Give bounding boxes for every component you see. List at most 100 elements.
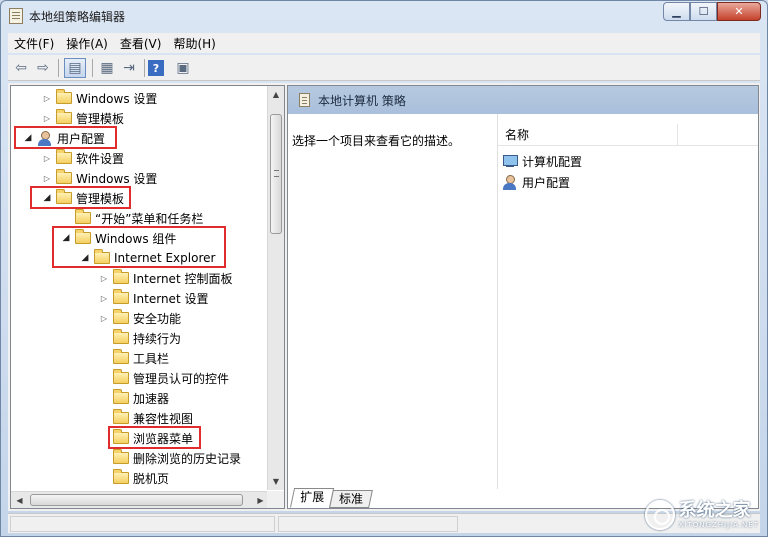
- policy-editor-icon: [9, 8, 23, 24]
- details-title: 本地计算机 策略: [318, 93, 406, 108]
- watermark-text: 系统之家: [678, 500, 751, 521]
- tree-item-label: 脱机页: [133, 471, 170, 486]
- folder-icon: [75, 209, 91, 224]
- tree-item[interactable]: 管理员认可的控件: [98, 368, 229, 388]
- tree-vertical-scrollbar[interactable]: ▲ ▼: [267, 86, 284, 490]
- expand-arrow-icon[interactable]: ▷: [41, 94, 53, 103]
- tree-item-label: 兼容性视图: [133, 411, 194, 426]
- tree-pane: ▷ Windows 设置 ▷ 管理模板 ◢ 用户配置 ▷ 软件设置 ▷ Windows 设置 ◢ 管理…: [10, 85, 285, 509]
- tree-item[interactable]: 持续行为: [98, 328, 181, 348]
- folder-icon: [56, 169, 72, 184]
- title-bar[interactable]: 本地组策略编辑器 ▁ ☐ ✕: [1, 1, 767, 31]
- tree-item[interactable]: 删除浏览的历史记录: [98, 448, 241, 468]
- menu-help[interactable]: 帮助(H): [167, 35, 221, 52]
- list-item[interactable]: 用户配置: [502, 172, 570, 192]
- export-list-icon[interactable]: ⇥: [118, 58, 140, 78]
- forward-arrow-icon[interactable]: ⇨: [32, 58, 54, 78]
- highlight-box: [52, 226, 226, 268]
- menu-bar: 文件(F) 操作(A) 查看(V) 帮助(H): [8, 33, 760, 53]
- folder-icon: [56, 109, 72, 124]
- scroll-left-icon[interactable]: ◀: [11, 492, 28, 508]
- maximize-button[interactable]: ☐: [690, 2, 717, 21]
- list-item-label: 计算机配置: [522, 154, 583, 169]
- minimize-button[interactable]: ▁: [663, 2, 690, 21]
- tree-item-label: 工具栏: [133, 351, 170, 366]
- properties-icon[interactable]: ▦: [96, 58, 118, 78]
- computer-icon: [502, 154, 518, 168]
- toolbar: ⇦ ⇨ ▤ ▦ ⇥ ? ▣: [8, 55, 760, 81]
- scroll-corner: [267, 491, 284, 508]
- menu-file[interactable]: 文件(F): [8, 35, 60, 52]
- expand-arrow-icon[interactable]: ▷: [98, 294, 110, 303]
- content-area: ▷ Windows 设置 ▷ 管理模板 ◢ 用户配置 ▷ 软件设置 ▷ Windows 设置 ◢ 管理…: [8, 83, 760, 511]
- tree-item-label: “开始”菜单和任务栏: [95, 211, 204, 226]
- window: 本地组策略编辑器 ▁ ☐ ✕ 文件(F) 操作(A) 查看(V) 帮助(H) ⇦…: [0, 0, 768, 537]
- tab-extended[interactable]: 扩展: [289, 488, 335, 508]
- toolbar-separator: [92, 59, 93, 77]
- folder-icon: [113, 369, 129, 384]
- policy-document-icon: [299, 93, 310, 107]
- tree-item-label: Windows 设置: [76, 91, 158, 106]
- folder-icon: [113, 349, 129, 364]
- folder-icon: [113, 289, 129, 304]
- back-arrow-icon[interactable]: ⇦: [10, 58, 32, 78]
- tree-item[interactable]: ▷ 安全功能: [98, 308, 181, 328]
- tree-horizontal-scrollbar[interactable]: ◀ ▶: [11, 491, 269, 508]
- tab-standard[interactable]: 标准: [329, 490, 373, 508]
- toolbar-separator: [58, 59, 59, 77]
- tree-item[interactable]: ▷ Windows 设置: [41, 88, 157, 108]
- tree-item-label: Internet 设置: [133, 291, 209, 306]
- menu-action[interactable]: 操作(A): [60, 35, 114, 52]
- view-tabs: 扩展 标准: [289, 488, 373, 508]
- window-controls: ▁ ☐ ✕: [663, 2, 761, 22]
- tree-item-label: 管理模板: [76, 111, 125, 126]
- folder-icon: [113, 449, 129, 464]
- scroll-up-icon[interactable]: ▲: [268, 86, 284, 103]
- status-pane: [10, 516, 275, 532]
- tree-item[interactable]: 加速器: [98, 388, 169, 408]
- status-pane: [278, 516, 458, 532]
- expand-arrow-icon[interactable]: ▷: [98, 274, 110, 283]
- filter-icon[interactable]: ▣: [172, 58, 194, 78]
- close-button[interactable]: ✕: [717, 2, 761, 21]
- tree-item[interactable]: 兼容性视图: [98, 408, 193, 428]
- list-item[interactable]: 计算机配置: [502, 151, 582, 171]
- folder-icon: [113, 409, 129, 424]
- tree-item-label: 加速器: [133, 391, 170, 406]
- tree-item[interactable]: ▷ 管理模板: [41, 108, 124, 128]
- column-header-name[interactable]: 名称: [498, 124, 678, 146]
- details-header: 本地计算机 策略: [288, 86, 758, 114]
- folder-icon: [56, 149, 72, 164]
- tree-item[interactable]: ▷ Windows 设置: [41, 168, 157, 188]
- expand-arrow-icon[interactable]: ▷: [41, 154, 53, 163]
- window-title: 本地组策略编辑器: [29, 10, 126, 24]
- watermark: 系统之家 XITONGZHIJIA.NET: [644, 500, 759, 530]
- tree-item-label: Internet 控制面板: [133, 271, 233, 286]
- highlight-box: [108, 426, 201, 449]
- description-text: 选择一个项目来查看它的描述。: [292, 134, 461, 148]
- tree-item[interactable]: ▷ Internet 设置: [98, 288, 208, 308]
- scrollbar-thumb[interactable]: [30, 494, 243, 506]
- tree-item-label: 持续行为: [133, 331, 182, 346]
- watermark-logo-icon: [644, 500, 675, 530]
- menu-view[interactable]: 查看(V): [114, 35, 168, 52]
- expand-arrow-icon[interactable]: ▷: [41, 114, 53, 123]
- show-hide-tree-icon[interactable]: ▤: [64, 58, 86, 78]
- tree-item-label: Windows 设置: [76, 171, 158, 186]
- tree-item-label: 删除浏览的历史记录: [133, 451, 242, 466]
- tree-item[interactable]: 工具栏: [98, 348, 169, 368]
- tree-item[interactable]: ▷ 软件设置: [41, 148, 124, 168]
- help-icon[interactable]: ?: [148, 60, 164, 76]
- scrollbar-thumb[interactable]: [270, 114, 282, 234]
- folder-icon: [113, 269, 129, 284]
- highlight-box: [14, 126, 117, 149]
- expand-arrow-icon[interactable]: ▷: [41, 174, 53, 183]
- scroll-down-icon[interactable]: ▼: [268, 473, 284, 490]
- highlight-box: [30, 186, 131, 209]
- expand-arrow-icon[interactable]: ▷: [98, 314, 110, 323]
- tree-item[interactable]: ▷ Internet 控制面板: [98, 268, 232, 288]
- tree-item[interactable]: 脱机页: [98, 468, 169, 488]
- details-pane: 本地计算机 策略 选择一个项目来查看它的描述。 名称 计算机配置 用户配置 扩展…: [287, 85, 759, 509]
- tree-item-label: 管理员认可的控件: [133, 371, 230, 386]
- tree-item[interactable]: “开始”菜单和任务栏: [60, 208, 203, 228]
